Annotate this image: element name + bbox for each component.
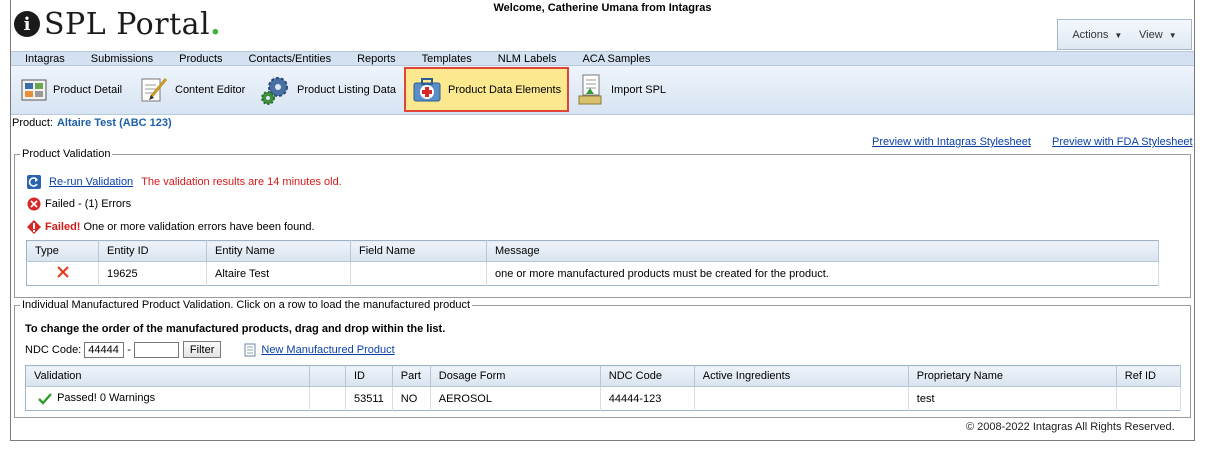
column-header-ndc-code[interactable]: NDC Code: [600, 365, 695, 387]
failed-label: Failed!: [45, 221, 81, 233]
ndc-product-input[interactable]: [133, 341, 179, 358]
medical-kit-icon: [413, 77, 441, 101]
actions-view-box: Actions ▼ View ▼: [1057, 19, 1192, 50]
product-detail-icon: [21, 79, 47, 101]
copyright-footer: © 2008-2022 Intagras All Rights Reserved…: [966, 421, 1175, 433]
column-header-field-name[interactable]: Field Name: [350, 240, 487, 262]
menu-item-intagras[interactable]: Intagras: [11, 53, 79, 65]
column-header-dosage-form[interactable]: Dosage Form: [430, 365, 601, 387]
new-manufactured-product-link[interactable]: New Manufactured Product: [261, 344, 394, 356]
rerun-validation-link[interactable]: Re-run Validation: [49, 176, 133, 188]
validation-errors-table: Type Entity ID Entity Name Field Name Me…: [26, 240, 1159, 286]
error-circle-icon: [27, 197, 41, 211]
column-header-blank[interactable]: [309, 365, 346, 387]
main-menu-bar: Intagras Submissions Products Contacts/E…: [11, 51, 1194, 65]
filter-button[interactable]: Filter: [182, 341, 222, 358]
gears-icon: [261, 77, 288, 105]
message-cell: one or more manufactured products must b…: [486, 261, 1159, 286]
column-header-part[interactable]: Part: [392, 365, 431, 387]
check-icon: [38, 392, 52, 405]
column-header-active-ingredients[interactable]: Active Ingredients: [694, 365, 909, 387]
ndc-code-label: NDC Code:: [25, 343, 82, 356]
product-label-line: Product: Altaire Test (ABC 123): [12, 117, 172, 129]
menu-item-submissions[interactable]: Submissions: [79, 53, 167, 65]
product-name: Altaire Test (ABC 123): [56, 117, 172, 129]
preview-intagras-link[interactable]: Preview with Intagras Stylesheet: [872, 136, 1031, 148]
product-validation-legend: Product Validation: [20, 148, 113, 160]
new-document-icon: [244, 343, 256, 356]
menu-item-nlm-labels[interactable]: NLM Labels: [486, 53, 571, 65]
menu-item-reports[interactable]: Reports: [345, 53, 410, 65]
menu-item-contacts-entities[interactable]: Contacts/Entities: [237, 53, 346, 65]
menu-item-aca-samples[interactable]: ACA Samples: [570, 53, 664, 65]
failed-summary: Failed - (1) Errors: [45, 198, 132, 210]
column-header-ref-id[interactable]: Ref ID: [1116, 365, 1182, 387]
warning-diamond-icon: [27, 220, 41, 234]
manufactured-product-legend: Individual Manufactured Product Validati…: [20, 299, 472, 311]
id-cell: 53511: [345, 386, 393, 411]
column-header-validation[interactable]: Validation: [25, 365, 310, 387]
manufactured-products-table: Validation ID Part Dosage Form NDC Code …: [25, 365, 1182, 411]
ndc-filter-line: NDC Code: - Filter New Manufactured Prod…: [25, 341, 395, 358]
rerun-line: Re-run Validation The validation results…: [27, 175, 342, 189]
info-logo-icon: i: [14, 11, 40, 37]
validation-cell: Passed! 0 Warnings: [25, 386, 310, 411]
product-data-elements-button[interactable]: Product Data Elements: [404, 67, 570, 112]
blank-cell: [309, 386, 346, 411]
column-header-message[interactable]: Message: [486, 240, 1159, 262]
toolbar: Product Detail Content Editor Product Li…: [11, 65, 1194, 115]
ndc-code-cell: 44444-123: [600, 386, 695, 411]
product-detail-button[interactable]: Product Detail: [21, 70, 122, 110]
chevron-down-icon: ▼: [1168, 30, 1177, 40]
column-header-entity-name[interactable]: Entity Name: [206, 240, 351, 262]
preview-fda-link[interactable]: Preview with FDA Stylesheet: [1052, 136, 1193, 148]
import-spl-button[interactable]: Import SPL: [577, 70, 666, 110]
column-header-entity-id[interactable]: Entity ID: [98, 240, 207, 262]
active-ingredients-cell: [694, 386, 909, 411]
view-menu[interactable]: View ▼: [1139, 29, 1177, 41]
part-cell: NO: [392, 386, 431, 411]
table-row[interactable]: 19625 Altaire Test one or more manufactu…: [26, 261, 1159, 286]
welcome-message: Welcome, Catherine Umana from Intagras: [493, 2, 712, 14]
failed-message: One or more validation errors have been …: [83, 221, 315, 233]
content-editor-icon: [141, 78, 168, 102]
menu-item-templates[interactable]: Templates: [410, 53, 486, 65]
error-x-icon: [56, 266, 69, 278]
entity-id-cell: 19625: [98, 261, 207, 286]
actions-menu[interactable]: Actions ▼: [1072, 29, 1122, 41]
column-header-type[interactable]: Type: [26, 240, 99, 262]
reorder-instruction: To change the order of the manufactured …: [25, 323, 446, 335]
chevron-down-icon: ▼: [1114, 30, 1123, 40]
ndc-dash: -: [127, 343, 131, 356]
import-document-icon: [578, 74, 602, 105]
ref-id-cell: [1116, 386, 1182, 411]
column-header-proprietary-name[interactable]: Proprietary Name: [908, 365, 1117, 387]
dosage-form-cell: AEROSOL: [430, 386, 601, 411]
validation-age-message: The validation results are 14 minutes ol…: [141, 176, 342, 188]
failed-summary-line: Failed - (1) Errors: [27, 197, 131, 211]
menu-item-products[interactable]: Products: [167, 53, 236, 65]
type-cell: [26, 261, 99, 286]
column-header-id[interactable]: ID: [345, 365, 393, 387]
entity-name-cell: Altaire Test: [206, 261, 351, 286]
refresh-icon[interactable]: [27, 175, 41, 189]
ndc-labeler-input[interactable]: [84, 341, 125, 358]
field-name-cell: [350, 261, 487, 286]
table-row[interactable]: Passed! 0 Warnings 53511 NO AEROSOL 4444…: [25, 386, 1182, 411]
proprietary-name-cell: test: [908, 386, 1117, 411]
product-listing-data-button[interactable]: Product Listing Data: [259, 70, 396, 110]
content-editor-button[interactable]: Content Editor: [139, 70, 245, 110]
failed-message-line: Failed! One or more validation errors ha…: [27, 220, 315, 234]
